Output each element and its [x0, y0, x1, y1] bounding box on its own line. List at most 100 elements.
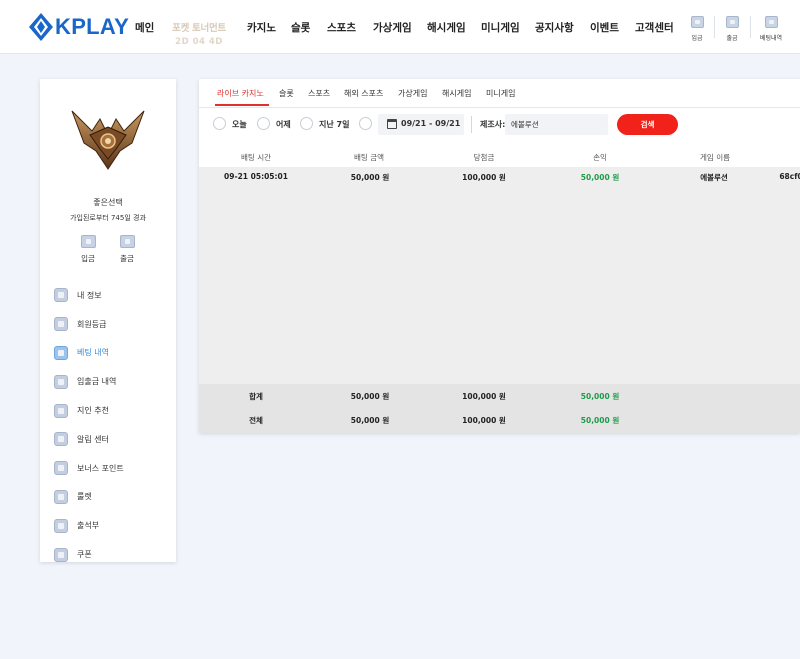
sidebar-item-member-grade[interactable]: 회원등급: [54, 310, 164, 339]
sidebar-item-roulette[interactable]: 룰렛: [54, 483, 164, 512]
divider: [471, 116, 472, 133]
summary-profit: 50,000 원: [580, 416, 620, 425]
sidebar-item-label: 알림 센터: [77, 434, 109, 444]
sidebar-item-label: 회원등급: [77, 319, 107, 329]
summary-label: 합계: [249, 392, 263, 401]
sidebar-item-label: 출석부: [77, 521, 100, 531]
sidebar-item-bonus-points[interactable]: 보너스 포인트: [54, 454, 164, 483]
maker-label: 제조사:: [480, 120, 506, 129]
table-row[interactable]: 09-21 05:05:01 50,000 원 100,000 원 50,000…: [199, 167, 800, 191]
active-tab-indicator: [215, 104, 269, 106]
sidebar-menu: 내 정보 회원등급 베팅 내역 입출금 내역 지인 추천 알림 센터 보너스 포…: [54, 281, 164, 569]
logo[interactable]: KPLAY: [28, 12, 129, 42]
sidebar-item-label: 베팅 내역: [77, 348, 109, 358]
deposit-button[interactable]: 입금: [76, 235, 100, 264]
nav-main[interactable]: 메인: [135, 20, 154, 35]
sidebar-item-label: 내 정보: [77, 290, 102, 300]
calendar-icon: [387, 119, 397, 129]
summary-bet-amount: 50,000 원: [350, 416, 390, 425]
search-button[interactable]: 검색: [617, 114, 678, 135]
sidebar-item-referral[interactable]: 지인 추천: [54, 396, 164, 425]
notification-icon: [54, 432, 68, 447]
quick-deposit-button[interactable]: 입금: [684, 16, 710, 42]
sidebar-item-attendance[interactable]: 출석부: [54, 511, 164, 540]
nav-casino[interactable]: 카지노: [247, 20, 276, 35]
tournament-title: 포켓 토너먼트: [172, 23, 226, 34]
radio-last-7-days[interactable]: [300, 117, 313, 130]
sidebar: 좋은선택 가입된로부터 745일 경과 입금 출금 내 정보 회원등급 베팅 내…: [40, 79, 176, 562]
quick-betting-history-label: 베팅내역: [759, 35, 783, 42]
date-range-picker[interactable]: 09/21 - 09/21: [378, 114, 464, 135]
nav-tournament[interactable]: 포켓 토너먼트 2D 04 4D: [170, 20, 228, 47]
sidebar-item-betting-history[interactable]: 베팅 내역: [54, 339, 164, 368]
nav-slot[interactable]: 슬롯: [291, 20, 310, 35]
cell-winnings: 100,000 원: [462, 173, 506, 182]
cell-profit: 50,000 원: [580, 173, 620, 182]
summary-label: 전체: [249, 416, 263, 425]
tab-virtual-game[interactable]: 가상게임: [398, 88, 427, 99]
summary-winnings: 100,000 원: [462, 392, 506, 401]
cell-game-name: 에볼루션: [700, 173, 728, 182]
withdraw-button[interactable]: 출금: [115, 235, 139, 264]
nav-customer-center[interactable]: 고객센터: [635, 20, 674, 35]
attendance-icon: [54, 518, 68, 533]
sidebar-item-label: 지인 추천: [77, 406, 109, 416]
sidebar-item-coupon[interactable]: 쿠폰: [54, 540, 164, 569]
profile-icon: [54, 288, 68, 303]
column-header-bet-time: 배팅 시간: [241, 153, 271, 162]
maker-select[interactable]: [505, 114, 608, 135]
deposit-label: 입금: [81, 254, 95, 263]
nav-notice[interactable]: 공지사항: [535, 20, 574, 35]
bonus-icon: [54, 461, 68, 476]
column-header-winnings: 당첨금: [473, 153, 495, 162]
column-header-bet-amount: 배팅 금액: [354, 153, 384, 162]
roulette-icon: [54, 489, 68, 504]
quick-withdraw-button[interactable]: 출금: [719, 16, 745, 42]
history-icon: [764, 16, 778, 28]
tab-live-casino[interactable]: 라이브 카지노: [217, 88, 264, 99]
divider: [714, 16, 715, 38]
nav-hash-game[interactable]: 해시게임: [427, 20, 466, 35]
table-header: 배팅 시간 배팅 금액 당첨금 손익 게임 이름: [199, 145, 800, 167]
tab-slot[interactable]: 슬롯: [279, 88, 294, 99]
nav-mini-game[interactable]: 미니게임: [481, 20, 520, 35]
radio-today[interactable]: [213, 117, 226, 130]
quick-deposit-label: 입금: [691, 35, 703, 42]
tournament-timer: 2D 04 4D: [175, 37, 223, 47]
wallet-icon: [119, 235, 135, 248]
betting-history-panel: 라이브 카지노 슬롯 스포츠 해외 스포츠 가상게임 해시게임 미니게임 오늘 …: [199, 79, 800, 433]
wallet-icon: [725, 16, 739, 28]
wallet-icon: [80, 235, 96, 248]
quick-betting-history-button[interactable]: 베팅내역: [758, 16, 784, 42]
user-name: 좋은선택: [93, 198, 123, 207]
cell-bet-amount: 50,000 원: [350, 173, 390, 182]
user-status: 가입된로부터 745일 경과: [70, 214, 146, 222]
nav-event[interactable]: 이벤트: [590, 20, 619, 35]
nav-sports[interactable]: 스포츠: [327, 20, 356, 35]
nav-virtual-game[interactable]: 가상게임: [373, 20, 412, 35]
transaction-icon: [54, 374, 68, 389]
radio-yesterday[interactable]: [257, 117, 270, 130]
column-header-profit: 손익: [593, 153, 607, 162]
coupon-icon: [54, 547, 68, 562]
column-header-game-name: 게임 이름: [700, 153, 730, 162]
logo-icon: [29, 13, 53, 41]
sidebar-item-label: 룰렛: [77, 492, 92, 502]
radio-custom-range[interactable]: [359, 117, 372, 130]
sidebar-item-label: 쿠폰: [77, 550, 92, 560]
withdraw-label: 출금: [120, 254, 134, 263]
table-summary: 합계 50,000 원 100,000 원 50,000 원 전체 50,000…: [199, 384, 800, 433]
sidebar-item-notifications[interactable]: 알림 센터: [54, 425, 164, 454]
summary-winnings: 100,000 원: [462, 416, 506, 425]
tab-sports[interactable]: 스포츠: [308, 88, 330, 99]
betting-history-icon: [54, 345, 68, 360]
cell-round-id: 68cf0: [779, 172, 800, 181]
top-bar: KPLAY 메인 포켓 토너먼트 2D 04 4D 카지노 슬롯 스포츠 가상게…: [0, 0, 800, 54]
radio-yesterday-label: 어제: [276, 120, 291, 129]
tab-hash-game[interactable]: 해시게임: [442, 88, 471, 99]
tab-mini-game[interactable]: 미니게임: [486, 88, 515, 99]
tab-overseas-sports[interactable]: 해외 스포츠: [344, 88, 383, 99]
sidebar-item-transactions[interactable]: 입출금 내역: [54, 367, 164, 396]
date-range-value: 09/21 - 09/21: [401, 119, 461, 128]
sidebar-item-my-info[interactable]: 내 정보: [54, 281, 164, 310]
